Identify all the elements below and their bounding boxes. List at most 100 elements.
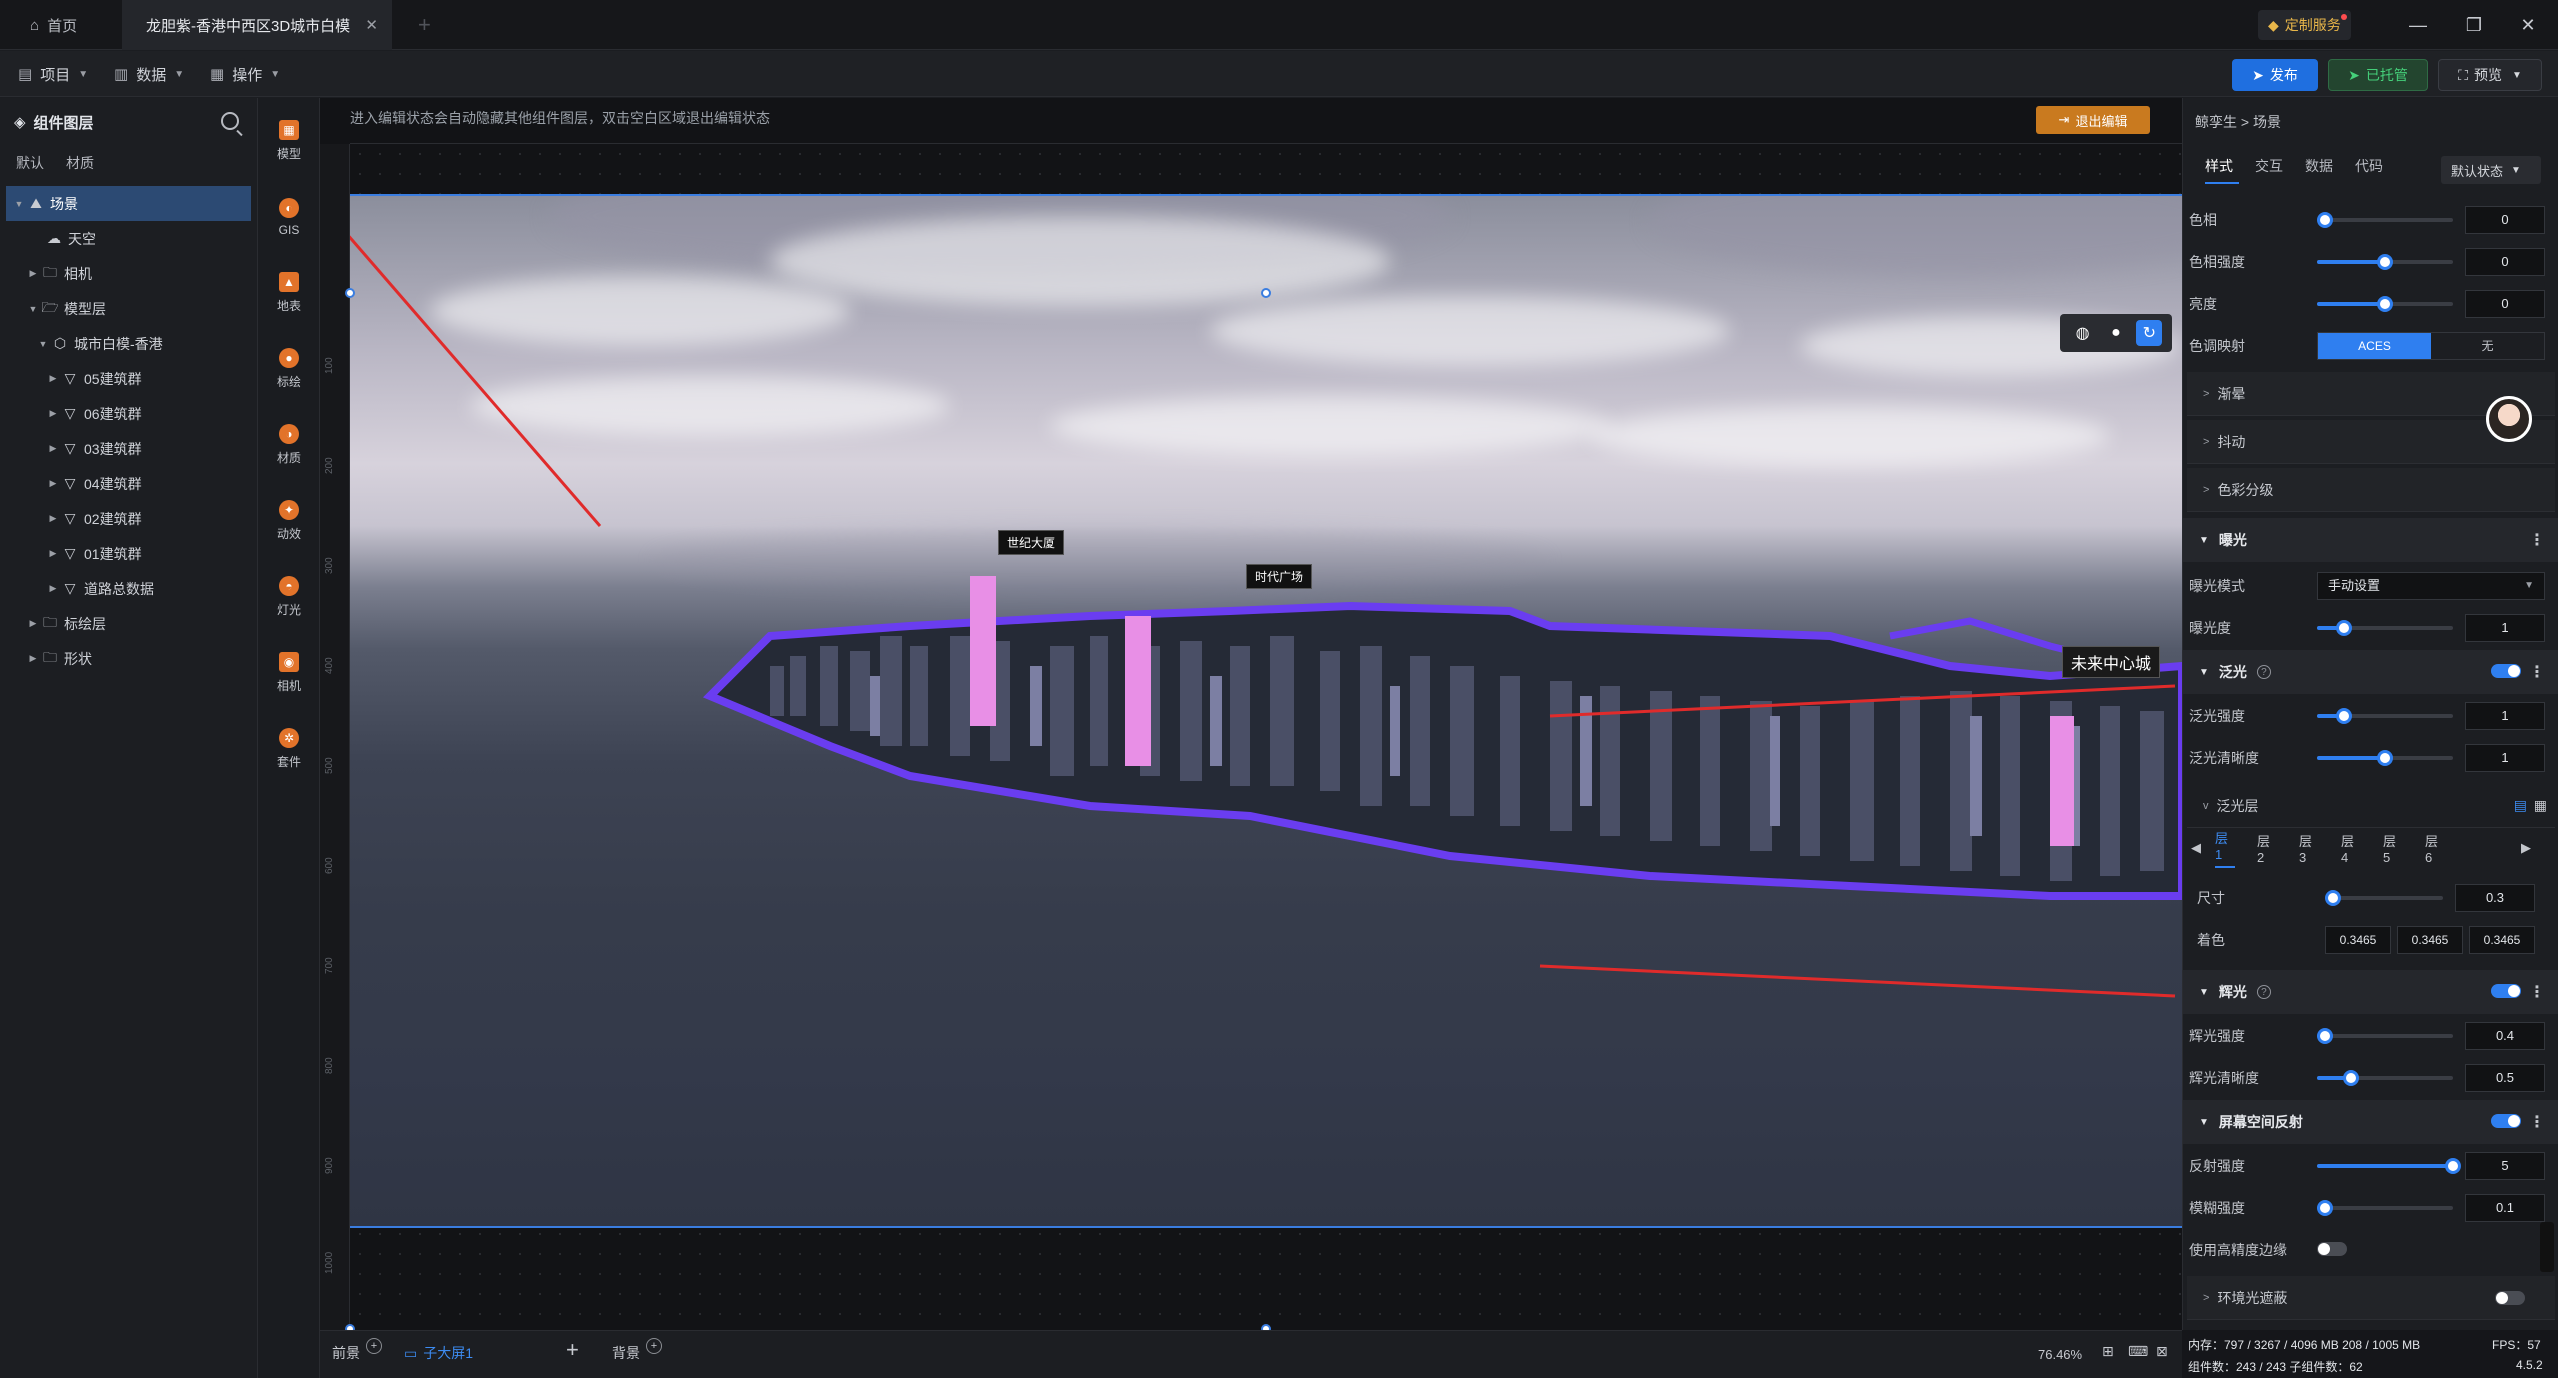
glow-intensity-input[interactable]: 0.4 (2465, 1022, 2545, 1050)
tab-layer[interactable]: 层6 (2425, 831, 2445, 865)
comp-kit[interactable]: ✲ 套件 (258, 714, 320, 784)
caret-down-icon[interactable]: ▼ (12, 199, 26, 209)
grid-icon[interactable]: ▦ (2534, 797, 2547, 814)
fit-icon[interactable]: ⊞ (2102, 1343, 2114, 1360)
comp-terrain[interactable]: ▲ 地表 (258, 258, 320, 328)
glow-toggle[interactable] (2491, 984, 2521, 998)
menu-ops[interactable]: ▦ 操作 ▼ (210, 51, 280, 97)
caret-right-icon[interactable]: ▶ (26, 653, 40, 664)
zoom-level[interactable]: 76.46% (2038, 1347, 2082, 1362)
tonemap-aces[interactable]: ACES (2318, 333, 2431, 359)
tab-layer[interactable]: 层1 (2215, 828, 2235, 868)
blur-input[interactable]: 0.1 (2465, 1194, 2545, 1222)
tab-foreground[interactable]: 前景 + (332, 1338, 382, 1363)
reflection-input[interactable]: 5 (2465, 1152, 2545, 1180)
publish-button[interactable]: ➤ 发布 (2232, 59, 2318, 91)
comp-camera[interactable]: ◉ 相机 (258, 638, 320, 708)
comp-material[interactable]: ◑ 材质 (258, 410, 320, 480)
preview-button[interactable]: ⛶ 预览 ▼ (2438, 59, 2542, 91)
help-icon[interactable]: ? (2256, 985, 2271, 999)
tint-b-input[interactable]: 0.3465 (2469, 926, 2535, 954)
tab-background[interactable]: 背景 + (612, 1338, 662, 1363)
caret-right-icon[interactable]: ▶ (46, 478, 60, 489)
tint-g-input[interactable]: 0.3465 (2397, 926, 2463, 954)
custom-service-button[interactable]: ◆ 定制服务 (2258, 10, 2351, 40)
slider-knob[interactable] (2377, 296, 2393, 312)
glow-intensity-slider[interactable] (2317, 1028, 2453, 1044)
tab-code[interactable]: 代码 (2355, 156, 2383, 176)
caret-down-icon[interactable]: ▼ (26, 304, 40, 314)
glow-clarity-input[interactable]: 0.5 (2465, 1064, 2545, 1092)
comp-effect[interactable]: ✦ 动效 (258, 486, 320, 556)
minimize-icon[interactable]: — (2388, 0, 2448, 50)
slider-knob[interactable] (2336, 708, 2353, 724)
slider-knob[interactable] (2343, 1070, 2359, 1086)
kebab-icon[interactable]: ⋮ (2529, 1112, 2545, 1132)
tree-node-sky[interactable]: ☁ 天空 (0, 221, 257, 256)
help-icon[interactable]: ? (2256, 665, 2271, 679)
ao-toggle[interactable] (2495, 1291, 2525, 1305)
caret-right-icon[interactable]: ▶ (46, 408, 60, 419)
caret-right-icon[interactable]: ▶ (46, 373, 60, 384)
slider-knob[interactable] (2445, 1158, 2461, 1174)
close-window-icon[interactable]: ✕ (2498, 0, 2558, 50)
section-bloom[interactable]: ▼ 泛光 ? ⋮ (2183, 650, 2558, 694)
slider-knob[interactable] (2325, 890, 2341, 906)
tree-node-plot-layer[interactable]: ▶ 🗀 标绘层 (0, 606, 257, 641)
tree-node-shape[interactable]: ▶ 🗀 形状 (0, 641, 257, 676)
scroll-right-icon[interactable]: ▶ (2521, 840, 2531, 856)
caret-right-icon[interactable]: ▶ (46, 513, 60, 524)
close-tab-icon[interactable]: ✕ (365, 16, 378, 34)
exposure-mode-select[interactable]: 手动设置 ▼ (2317, 572, 2545, 600)
tree-node-city-model[interactable]: ▼ ⬡ 城市白模-香港 (0, 326, 257, 361)
tab-material[interactable]: 材质 (66, 153, 94, 173)
tree-node-building-group[interactable]: ▶ ▽ 06建筑群 (0, 396, 257, 431)
bloom-intensity-input[interactable]: 1 (2465, 702, 2545, 730)
tree-node-building-group[interactable]: ▶ ▽ 04建筑群 (0, 466, 257, 501)
tab-data[interactable]: 数据 (2305, 156, 2333, 176)
saturation-input[interactable]: 0 (2465, 248, 2545, 276)
tree-node-building-group[interactable]: ▶ ▽ 02建筑群 (0, 501, 257, 536)
add-screen-button[interactable]: + (566, 1337, 579, 1363)
slider-knob[interactable] (2336, 620, 2353, 636)
saturation-slider[interactable] (2317, 254, 2453, 270)
ssr-toggle[interactable] (2491, 1114, 2521, 1128)
search-icon[interactable] (221, 112, 239, 130)
hue-input[interactable]: 0 (2465, 206, 2545, 234)
rotate-icon[interactable]: ↻ (2136, 320, 2163, 346)
size-slider[interactable] (2325, 890, 2443, 906)
bloom-clarity-slider[interactable] (2317, 750, 2453, 766)
tab-style[interactable]: 样式 (2205, 156, 2233, 176)
restore-icon[interactable]: ❐ (2444, 0, 2504, 50)
exit-edit-button[interactable]: ⇥ 退出编辑 (2036, 106, 2150, 134)
add-circle-icon[interactable]: + (366, 1338, 382, 1354)
layout-icon[interactable]: ▤ (2514, 797, 2527, 814)
comp-model[interactable]: ▦ 模型 (258, 106, 320, 176)
caret-right-icon[interactable]: ▶ (46, 583, 60, 594)
brightness-slider[interactable] (2317, 296, 2453, 312)
tab-sub-screen[interactable]: ▭ 子大屏1 (404, 1343, 473, 1363)
caret-right-icon[interactable]: ▶ (26, 268, 40, 279)
exposure-degree-input[interactable]: 1 (2465, 614, 2545, 642)
keyboard-icon[interactable]: ⌨ (2128, 1343, 2148, 1360)
caret-right-icon[interactable]: ▶ (26, 618, 40, 629)
hue-slider[interactable] (2317, 212, 2453, 228)
tint-r-input[interactable]: 0.3465 (2325, 926, 2391, 954)
collapse-ao[interactable]: > 环境光遮蔽 (2187, 1276, 2555, 1320)
collapse-bloom-layer[interactable]: v 泛光层 ▤ ▦ (2187, 784, 2555, 828)
reflection-slider[interactable] (2317, 1158, 2461, 1174)
scroll-left-icon[interactable]: ◀ (2191, 840, 2201, 856)
caret-right-icon[interactable]: ▶ (46, 443, 60, 454)
tree-node-model-layer[interactable]: ▼ 🗁 模型层 (0, 291, 257, 326)
hq-edge-toggle[interactable] (2317, 1242, 2347, 1256)
map-label[interactable]: 未来中心城 (2062, 646, 2161, 678)
resize-handle[interactable] (1261, 288, 1271, 298)
tab-layer[interactable]: 层3 (2299, 831, 2319, 865)
bloom-intensity-slider[interactable] (2317, 708, 2453, 724)
size-input[interactable]: 0.3 (2455, 884, 2535, 912)
slider-knob[interactable] (2377, 254, 2393, 270)
add-circle-icon[interactable]: + (646, 1338, 662, 1354)
bloom-toggle[interactable] (2491, 664, 2521, 678)
kebab-icon[interactable]: ⋮ (2529, 530, 2545, 550)
caret-right-icon[interactable]: ▶ (46, 548, 60, 559)
